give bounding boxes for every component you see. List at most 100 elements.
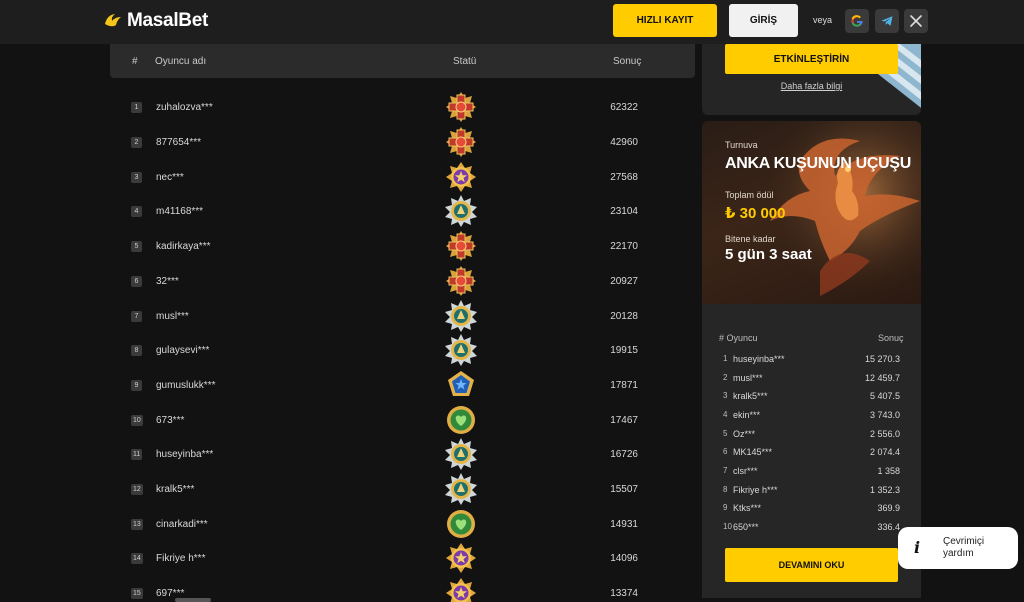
player-name: gulaysevi*** xyxy=(156,345,210,356)
quick-register-button[interactable]: HIZLI KAYIT xyxy=(613,4,717,37)
col-rank: # xyxy=(132,56,138,67)
table-row: 3 nec*** 27568 xyxy=(110,160,695,194)
mini-player: clsr*** xyxy=(733,466,758,476)
player-name: 32*** xyxy=(156,276,179,287)
player-name: m41168*** xyxy=(156,206,204,217)
google-login-button[interactable] xyxy=(845,9,869,33)
mini-player: huseyinba*** xyxy=(733,354,785,364)
rank-badge: 11 xyxy=(131,449,143,460)
rank-badge: 1 xyxy=(131,102,142,113)
list-item: 7 clsr*** 1 358 xyxy=(702,462,921,480)
score-value: 20128 xyxy=(610,311,638,322)
mini-rank: 1 xyxy=(723,354,728,363)
teal-gold-medal-icon xyxy=(445,300,477,332)
player-name: kralk5*** xyxy=(156,484,195,495)
mini-score: 5 407.5 xyxy=(869,391,900,401)
list-item: 2 musl*** 12 459.7 xyxy=(702,369,921,387)
score-value: 62322 xyxy=(610,102,638,113)
player-name: cinarkadi*** xyxy=(156,519,208,530)
mini-rank: 7 xyxy=(723,466,728,475)
mini-rank: 3 xyxy=(723,391,728,400)
col-player: Oyuncu adı xyxy=(155,56,207,67)
player-name: musl*** xyxy=(156,311,189,322)
teal-gold-medal-icon xyxy=(445,334,477,366)
player-name: 673*** xyxy=(156,415,185,426)
red-cross-medal-icon xyxy=(445,265,477,297)
mini-rank: 4 xyxy=(723,410,728,419)
score-value: 13374 xyxy=(610,588,638,599)
rank-badge: 2 xyxy=(131,137,142,148)
score-value: 19915 xyxy=(610,345,638,356)
score-value: 14931 xyxy=(610,519,638,530)
table-row: 4 m41168*** 23104 xyxy=(110,194,695,228)
player-name: kadirkaya*** xyxy=(156,241,211,252)
list-item: 1 huseyinba*** 15 270.3 xyxy=(702,350,921,368)
tournament-title: ANKA KUŞUNUN UÇUŞU xyxy=(725,155,912,172)
prize-label: Toplam ödül xyxy=(725,190,774,200)
read-more-button[interactable]: DEVAMINI OKU xyxy=(725,548,898,582)
mini-rank: 8 xyxy=(723,485,728,494)
help-label: Çevrimiçi yardım xyxy=(943,536,985,559)
blue-pentagon-medal-icon xyxy=(448,371,474,396)
score-value: 27568 xyxy=(610,172,638,183)
mini-rank: 2 xyxy=(723,373,728,382)
google-icon xyxy=(851,15,863,27)
logo-word: MasalBet xyxy=(127,10,209,31)
horizontal-scrollbar[interactable] xyxy=(175,598,211,602)
player-name: 877654*** xyxy=(156,137,202,148)
rank-badge: 14 xyxy=(131,553,143,564)
site-logo[interactable]: MasalBet xyxy=(103,10,208,32)
leaderboard-header: # Oyuncu adı Statü Sonuç xyxy=(110,44,695,78)
player-name: huseyinba*** xyxy=(156,449,214,460)
table-row: 11 huseyinba*** 16726 xyxy=(110,437,695,471)
score-value: 16726 xyxy=(610,449,638,460)
mini-rank: 6 xyxy=(723,447,728,456)
table-row: 12 kralk5*** 15507 xyxy=(110,472,695,506)
col-status: Statü xyxy=(453,56,477,67)
mini-score: 15 270.3 xyxy=(864,354,900,364)
list-item: 3 kralk5*** 5 407.5 xyxy=(702,387,921,405)
table-row: 8 gulaysevi*** 19915 xyxy=(110,333,695,367)
list-item: 6 MK145*** 2 074.4 xyxy=(702,443,921,461)
mini-header-player: # Oyuncu xyxy=(719,333,758,343)
mini-score: 1 358 xyxy=(877,466,900,476)
player-name: gumuslukk*** xyxy=(156,380,216,391)
purple-star-medal-icon xyxy=(446,162,476,192)
mini-score: 336.4 xyxy=(877,522,900,532)
score-value: 20927 xyxy=(610,276,638,287)
score-value: 17467 xyxy=(610,415,638,426)
table-row: 1 zuhalozva*** 62322 xyxy=(110,90,695,124)
table-row: 6 32*** 20927 xyxy=(110,264,695,298)
mini-player: 650*** xyxy=(733,522,759,532)
mini-player: kralk5*** xyxy=(733,391,768,401)
score-value: 23104 xyxy=(610,206,638,217)
table-row: 14 Fikriye h*** 14096 xyxy=(110,541,695,575)
score-value: 17871 xyxy=(610,380,638,391)
list-item: 4 ekin*** 3 743.0 xyxy=(702,406,921,424)
x-login-button[interactable] xyxy=(904,9,928,33)
mini-player: Fikriye h*** xyxy=(733,485,778,495)
rank-badge: 9 xyxy=(131,380,142,391)
score-value: 15507 xyxy=(610,484,638,495)
mini-score: 369.9 xyxy=(877,503,900,513)
mini-score: 2 074.4 xyxy=(869,447,900,457)
telegram-login-button[interactable] xyxy=(875,9,899,33)
mini-header-score: Sonuç xyxy=(878,333,904,343)
teal-gold-medal-icon xyxy=(445,438,477,470)
more-info-link[interactable]: Daha fazla bilgi xyxy=(702,81,921,91)
list-item: 8 Fikriye h*** 1 352.3 xyxy=(702,481,921,499)
rank-badge: 12 xyxy=(131,484,143,495)
player-name: Fikriye h*** xyxy=(156,553,206,564)
list-item: 10 650*** 336.4 xyxy=(702,518,921,536)
purple-star-medal-icon xyxy=(446,543,476,573)
mini-rank: 9 xyxy=(723,503,728,512)
mini-player: musl*** xyxy=(733,373,763,383)
table-row: 5 kadirkaya*** 22170 xyxy=(110,229,695,263)
activate-button[interactable]: ETKİNLEŞTİRİN xyxy=(725,44,898,74)
mini-player: MK145*** xyxy=(733,447,773,457)
logo-text: MasalBet xyxy=(127,10,208,32)
telegram-icon xyxy=(881,16,893,26)
login-button[interactable]: GİRİŞ xyxy=(729,4,798,37)
mini-player: ekin*** xyxy=(733,410,761,420)
mini-score: 3 743.0 xyxy=(869,410,900,420)
